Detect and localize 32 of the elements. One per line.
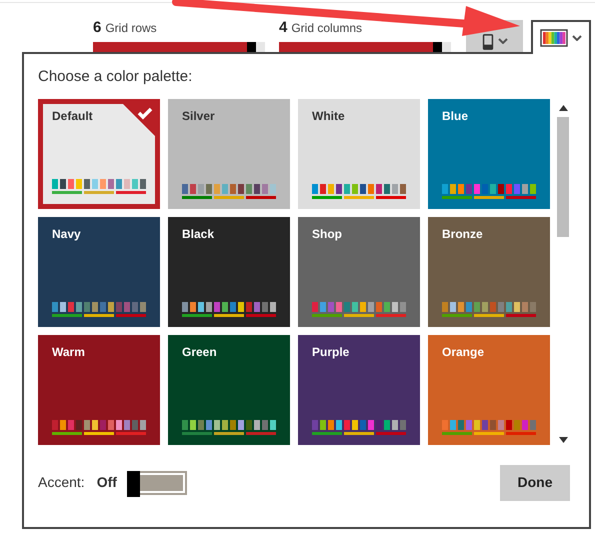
palette-name: Purple xyxy=(312,344,350,360)
palette-tile[interactable]: Warm xyxy=(38,334,160,444)
palette-name: White xyxy=(312,108,346,124)
palette-tile[interactable]: Default xyxy=(38,98,160,208)
slider-value: 4 xyxy=(279,18,288,38)
palette-name: Shop xyxy=(312,226,343,242)
palette-tile[interactable]: Bronze xyxy=(428,216,550,326)
palette-tile[interactable]: Navy xyxy=(38,216,160,326)
palette-name: Navy xyxy=(52,226,82,242)
palette-tile[interactable]: Black xyxy=(168,216,290,326)
palette-name: Orange xyxy=(442,344,486,360)
palette-tile[interactable]: Silver xyxy=(168,98,290,208)
palette-tile[interactable]: Green xyxy=(168,334,290,444)
done-button[interactable]: Done xyxy=(500,464,570,500)
slider-label: Grid rows xyxy=(105,22,157,34)
palette-name: Silver xyxy=(182,108,216,124)
palette-name: Green xyxy=(182,344,218,360)
slider-label: Grid columns xyxy=(291,22,362,34)
palette-tile[interactable]: Orange xyxy=(428,334,550,444)
accent-state: Off xyxy=(96,473,117,492)
palette-tile[interactable]: Shop xyxy=(298,216,420,326)
palette-name: Black xyxy=(182,226,216,242)
palette-tile[interactable]: Blue xyxy=(428,98,550,208)
palette-name: Warm xyxy=(52,344,86,360)
palette-tile[interactable]: Purple xyxy=(298,334,420,444)
palette-name: Bronze xyxy=(442,226,484,242)
palette-name: Blue xyxy=(442,108,470,124)
panel-title: Choose a color palette: xyxy=(38,67,194,87)
palette-tile[interactable]: White xyxy=(298,98,420,208)
palette-name: Default xyxy=(52,108,94,124)
accent-label: Accent: xyxy=(38,473,85,492)
slider-value: 6 xyxy=(93,18,102,38)
